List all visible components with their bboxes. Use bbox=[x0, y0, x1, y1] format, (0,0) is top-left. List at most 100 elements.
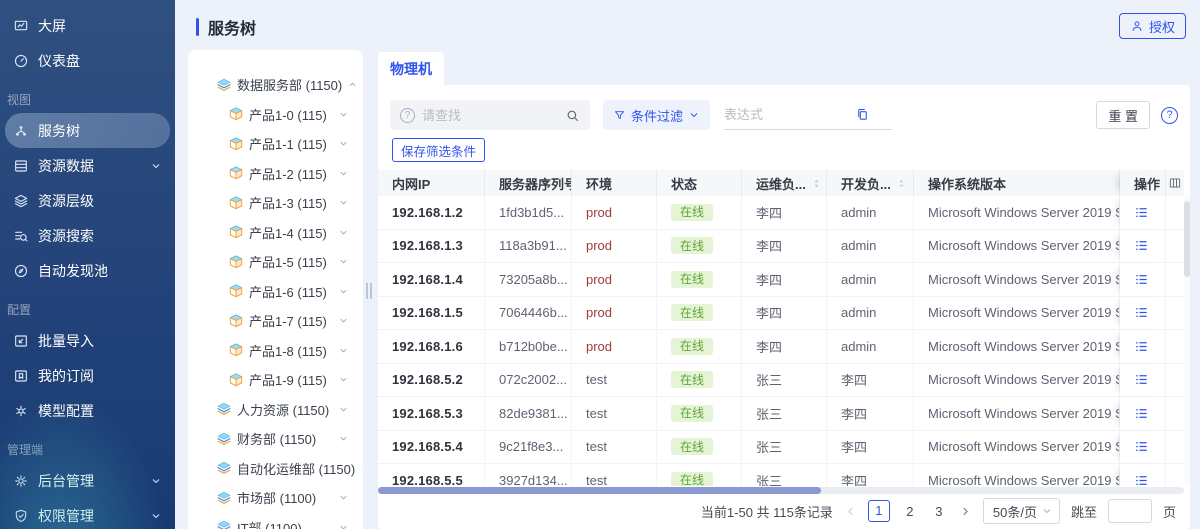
copy-icon[interactable] bbox=[855, 107, 870, 122]
sidebar-item[interactable]: 权限管理 bbox=[5, 498, 170, 529]
sidebar-item[interactable]: 模型配置 bbox=[5, 393, 170, 428]
tab-physical-machine[interactable]: 物理机 bbox=[378, 52, 444, 85]
horizontal-scrollbar-thumb[interactable] bbox=[378, 487, 821, 494]
chevron-down-icon[interactable] bbox=[338, 315, 349, 326]
cell-actions[interactable] bbox=[1120, 297, 1166, 330]
sidebar-item[interactable]: 资源层级 bbox=[5, 183, 170, 218]
page-number[interactable]: 1 bbox=[868, 500, 890, 522]
cell-actions[interactable] bbox=[1120, 431, 1166, 464]
tree-node[interactable]: 产品1-0 (115) bbox=[222, 100, 355, 130]
table-row[interactable]: 192.168.1.5 7064446b... prod 在线 李四 admin… bbox=[378, 297, 1184, 331]
sidebar-item[interactable]: 大屏 bbox=[5, 8, 170, 43]
jump-to-page-input[interactable] bbox=[1108, 499, 1152, 523]
row-actions-list-icon[interactable] bbox=[1134, 372, 1149, 387]
sidebar-item[interactable]: 仪表盘 bbox=[5, 43, 170, 78]
page-number[interactable]: 3 bbox=[930, 504, 948, 519]
chevron-up-icon[interactable] bbox=[347, 79, 358, 90]
tree-node[interactable]: 产品1-1 (115) bbox=[222, 129, 355, 159]
chevron-down-icon[interactable] bbox=[150, 475, 162, 487]
vertical-scrollbar-thumb[interactable] bbox=[1184, 201, 1190, 277]
sort-carets-icon[interactable] bbox=[810, 177, 823, 190]
tree-node[interactable]: 产品1-5 (115) bbox=[222, 247, 355, 277]
chevron-down-icon[interactable] bbox=[338, 374, 349, 385]
cell-actions[interactable] bbox=[1120, 330, 1166, 363]
tree-node[interactable]: 财务部 (1150) bbox=[210, 424, 355, 454]
tree-node[interactable]: IT部 (1100) bbox=[210, 513, 355, 529]
tree-node[interactable]: 产品1-6 (115) bbox=[222, 277, 355, 307]
cell-actions[interactable] bbox=[1120, 364, 1166, 397]
prev-page-button[interactable] bbox=[844, 505, 857, 518]
help-icon[interactable]: ? bbox=[1161, 107, 1178, 124]
page-number[interactable]: 2 bbox=[901, 504, 919, 519]
chevron-down-icon[interactable] bbox=[338, 286, 349, 297]
chevron-down-icon[interactable] bbox=[338, 138, 349, 149]
search-input[interactable] bbox=[422, 108, 558, 123]
page-size-select[interactable]: 50条/页 bbox=[983, 498, 1060, 524]
sidebar-item[interactable]: 服务树 bbox=[5, 113, 170, 148]
cell-actions[interactable] bbox=[1120, 196, 1166, 229]
condition-filter-dropdown[interactable]: 条件过滤 bbox=[603, 100, 710, 130]
cell-actions[interactable] bbox=[1120, 263, 1166, 296]
sidebar-item[interactable]: 资源数据 bbox=[5, 148, 170, 183]
row-actions-list-icon[interactable] bbox=[1134, 406, 1149, 421]
tree-node[interactable]: 产品1-7 (115) bbox=[222, 306, 355, 336]
tree-node[interactable]: 自动化运维部 (1150) bbox=[210, 454, 355, 484]
chevron-down-icon[interactable] bbox=[338, 433, 349, 444]
tree-node[interactable]: 产品1-9 (115) bbox=[222, 365, 355, 395]
next-page-button[interactable] bbox=[959, 505, 972, 518]
authorize-button[interactable]: 授权 bbox=[1119, 13, 1186, 39]
chevron-down-icon[interactable] bbox=[338, 522, 349, 529]
chevron-down-icon[interactable] bbox=[338, 168, 349, 179]
tree-node[interactable]: 产品1-2 (115) bbox=[222, 159, 355, 189]
table-row[interactable]: 192.168.5.2 072c2002... test 在线 张三 李四 Mi… bbox=[378, 364, 1184, 398]
search-box[interactable]: ? bbox=[390, 100, 590, 130]
chevron-down-icon[interactable] bbox=[150, 510, 162, 522]
row-actions-list-icon[interactable] bbox=[1134, 473, 1149, 486]
table-row[interactable]: 192.168.1.2 1fd3b1d5... prod 在线 李四 admin… bbox=[378, 196, 1184, 230]
save-filter-button[interactable]: 保存筛选条件 bbox=[392, 138, 485, 162]
table-row[interactable]: 192.168.1.4 73205a8b... prod 在线 李四 admin… bbox=[378, 263, 1184, 297]
search-icon[interactable] bbox=[565, 108, 580, 123]
panel-resize-handle[interactable] bbox=[366, 283, 372, 299]
table-row[interactable]: 192.168.1.6 b712b0be... prod 在线 李四 admin… bbox=[378, 330, 1184, 364]
chevron-down-icon[interactable] bbox=[338, 492, 349, 503]
horizontal-scrollbar[interactable] bbox=[378, 487, 1184, 494]
table-row[interactable]: 192.168.5.4 9c21f8e3... test 在线 张三 李四 Mi… bbox=[378, 431, 1184, 465]
table-row[interactable]: 192.168.5.5 3927d134... test 在线 张三 李四 Mi… bbox=[378, 464, 1184, 486]
tree-node[interactable]: 产品1-8 (115) bbox=[222, 336, 355, 366]
row-actions-list-icon[interactable] bbox=[1134, 272, 1149, 287]
chevron-down-icon[interactable] bbox=[338, 345, 349, 356]
row-actions-list-icon[interactable] bbox=[1134, 205, 1149, 220]
chevron-down-icon[interactable] bbox=[338, 404, 349, 415]
chevron-down-icon[interactable] bbox=[150, 160, 162, 172]
chevron-down-icon[interactable] bbox=[338, 197, 349, 208]
row-actions-list-icon[interactable] bbox=[1134, 439, 1149, 454]
reset-button[interactable]: 重 置 bbox=[1096, 101, 1150, 129]
tree-node[interactable]: 产品1-3 (115) bbox=[222, 188, 355, 218]
chevron-down-icon[interactable] bbox=[338, 227, 349, 238]
row-actions-list-icon[interactable] bbox=[1134, 238, 1149, 253]
cell-actions[interactable] bbox=[1120, 397, 1166, 430]
chevron-down-icon[interactable] bbox=[338, 109, 349, 120]
tree-node[interactable]: 市场部 (1100) bbox=[210, 483, 355, 513]
sidebar-item[interactable]: 自动发现池 bbox=[5, 253, 170, 288]
table-row[interactable]: 192.168.5.3 82de9381... test 在线 张三 李四 Mi… bbox=[378, 397, 1184, 431]
cell-actions[interactable] bbox=[1120, 464, 1166, 486]
vertical-scrollbar[interactable] bbox=[1184, 196, 1190, 486]
cell-actions[interactable] bbox=[1120, 230, 1166, 263]
tree-node[interactable]: 数据服务部 (1150) bbox=[210, 70, 355, 100]
chevron-down-icon[interactable] bbox=[338, 256, 349, 267]
expression-input[interactable] bbox=[724, 107, 852, 122]
sidebar-item[interactable]: 后台管理 bbox=[5, 463, 170, 498]
chevron-down-icon[interactable] bbox=[360, 463, 363, 474]
sort-carets-icon[interactable] bbox=[895, 177, 908, 190]
sidebar-item[interactable]: 批量导入 bbox=[5, 323, 170, 358]
row-actions-list-icon[interactable] bbox=[1134, 339, 1149, 354]
sidebar-item[interactable]: 我的订阅 bbox=[5, 358, 170, 393]
table-row[interactable]: 192.168.1.3 118a3b91... prod 在线 李四 admin… bbox=[378, 230, 1184, 264]
row-actions-list-icon[interactable] bbox=[1134, 305, 1149, 320]
column-settings-icon[interactable] bbox=[1168, 176, 1182, 190]
tree-node[interactable]: 人力资源 (1150) bbox=[210, 395, 355, 425]
tree-node[interactable]: 产品1-4 (115) bbox=[222, 218, 355, 248]
sidebar-item[interactable]: 资源搜索 bbox=[5, 218, 170, 253]
